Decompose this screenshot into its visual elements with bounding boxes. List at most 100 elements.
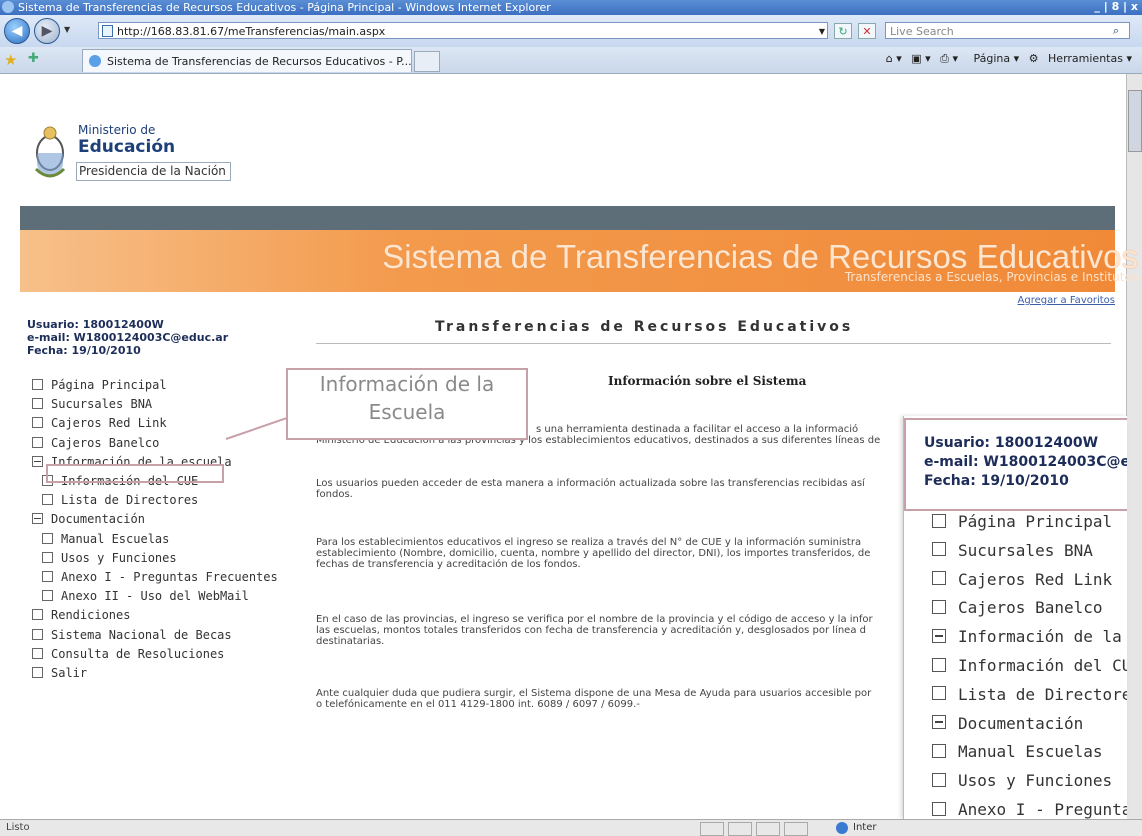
scrollbar-thumb[interactable] — [1128, 90, 1142, 152]
zoom-user-id: Usuario: 180012400W — [924, 435, 1099, 451]
sidebar-item[interactable]: Lista de Directores — [42, 492, 198, 508]
sidebar-item-label: Lista de Directores — [61, 493, 199, 508]
home-icon[interactable]: ⌂ ▾ — [886, 52, 902, 65]
expand-icon[interactable] — [42, 590, 53, 602]
new-tab-button[interactable] — [414, 51, 440, 72]
sidebar-item[interactable]: Documentación — [32, 511, 145, 527]
vertical-scrollbar[interactable] — [1126, 74, 1142, 819]
expand-icon[interactable] — [32, 417, 43, 429]
sidebar-item[interactable]: Consulta de Resoluciones — [32, 646, 224, 662]
expand-icon[interactable] — [932, 686, 946, 701]
expand-icon[interactable] — [42, 551, 53, 563]
banner-subtitle: Transferencias a Escuelas, Provincias e … — [844, 270, 1138, 284]
sidebar-item-label: Anexo I - Preguntas Frecuentes — [61, 570, 278, 584]
expand-icon[interactable] — [932, 542, 946, 557]
zoom-menu-item[interactable]: Página Principal — [932, 511, 1112, 533]
status-pane — [756, 822, 780, 836]
expand-icon[interactable] — [932, 772, 946, 787]
status-pane — [784, 822, 808, 836]
zoom-menu-item[interactable]: Sucursales BNA — [932, 540, 1093, 562]
zoom-menu-item[interactable]: Cajeros Banelco — [932, 597, 1103, 619]
sidebar-item-label: Sistema Nacional de Becas — [51, 627, 232, 642]
expand-icon[interactable] — [42, 532, 53, 544]
expand-icon[interactable] — [32, 647, 43, 659]
site-header — [20, 118, 1115, 202]
expand-icon[interactable] — [932, 571, 946, 586]
sidebar-item-label: Documentación — [51, 512, 145, 527]
sidebar-item[interactable]: Salir — [32, 665, 87, 681]
expand-icon[interactable] — [42, 494, 53, 506]
status-pane — [700, 822, 724, 836]
status-pane — [728, 822, 752, 836]
sidebar-item-label: Anexo II - Uso del WebMail — [61, 589, 249, 604]
expand-icon[interactable] — [932, 743, 946, 758]
zoom-menu-item[interactable]: Información de la escu — [932, 626, 1127, 648]
expand-icon[interactable] — [932, 801, 946, 816]
expand-icon[interactable] — [32, 379, 43, 390]
sidebar-item[interactable]: Usos y Funciones — [42, 550, 177, 566]
stop-button[interactable]: ✕ — [858, 23, 876, 39]
zoom-menu-item[interactable]: Manual Escuelas — [932, 741, 1103, 763]
refresh-button[interactable]: ↻ — [834, 23, 852, 39]
info-paragraph-line: las escuelas, montos totales transferido… — [316, 625, 866, 636]
sidebar-item[interactable]: Cajeros Red Link — [32, 415, 167, 431]
zoom-menu-item[interactable]: Documentación — [932, 713, 1083, 735]
forward-button[interactable]: ▶ — [34, 18, 60, 44]
address-dropdown-icon[interactable]: ▼ — [819, 23, 825, 40]
sidebar-item[interactable]: Página Principal — [32, 377, 167, 393]
expand-icon[interactable] — [42, 571, 53, 582]
sidebar-item[interactable]: Anexo I - Preguntas Frecuentes — [42, 569, 278, 585]
collapse-icon[interactable] — [32, 513, 43, 525]
expand-icon[interactable] — [932, 657, 946, 672]
zoom-inset: Usuario: 180012400W e-mail: W1800124003C… — [903, 416, 1127, 819]
zoom-menu-item[interactable]: Información del CUE — [932, 655, 1127, 677]
zoom-menu-item-label: Sucursales BNA — [958, 540, 1093, 560]
expand-icon[interactable] — [32, 398, 43, 410]
info-paragraph-line: destinatarias. — [316, 636, 385, 647]
info-paragraph-line: fechas de transferencia y acreditación d… — [316, 559, 581, 570]
zoom-menu-item-label: Lista de Directores — [958, 684, 1127, 704]
collapse-icon[interactable] — [932, 628, 946, 643]
educacion-label: Educación — [78, 137, 176, 157]
sidebar-item[interactable]: Sistema Nacional de Becas — [32, 627, 232, 643]
page-menu[interactable]: Página ▾ — [968, 52, 1020, 65]
sidebar-item-label: Página Principal — [51, 378, 167, 392]
expand-icon[interactable] — [32, 609, 43, 621]
expand-icon[interactable] — [32, 667, 43, 678]
window-controls[interactable]: _ | 8 | x — [1094, 0, 1138, 13]
expand-icon[interactable] — [32, 436, 43, 448]
expand-icon[interactable] — [932, 513, 946, 528]
expand-icon[interactable] — [32, 628, 43, 640]
coat-of-arms-icon — [34, 126, 66, 178]
sidebar-item[interactable]: Sucursales BNA — [32, 396, 152, 412]
add-favorites-icon[interactable]: ✚ — [28, 51, 39, 66]
back-button[interactable]: ◀ — [4, 18, 30, 44]
zoom-menu-item[interactable]: Anexo I - Preguntas — [932, 799, 1127, 819]
zoom-menu-item[interactable]: Usos y Funciones — [932, 770, 1112, 792]
zoom-menu-item[interactable]: Cajeros Red Link — [932, 569, 1112, 591]
sidebar-item-label: Sucursales BNA — [51, 397, 153, 412]
search-icon[interactable]: ⌕ — [1113, 22, 1131, 39]
tools-menu[interactable]: ⚙ Herramientas ▾ — [1029, 52, 1132, 65]
recent-pages-dropdown[interactable]: ▼ — [64, 25, 70, 34]
sidebar-item[interactable]: Anexo II - Uso del WebMail — [42, 588, 249, 604]
collapse-icon[interactable] — [32, 455, 43, 467]
sidebar-item[interactable]: Manual Escuelas — [42, 531, 169, 547]
sidebar-item[interactable]: Rendiciones — [32, 607, 130, 623]
add-to-favorites-link[interactable]: Agregar a Favoritos — [1018, 295, 1115, 306]
sidebar-item-label: Cajeros Banelco — [51, 435, 160, 450]
sidebar-item-label: Rendiciones — [51, 608, 131, 623]
tab-active[interactable]: Sistema de Transferencias de Recursos Ed… — [82, 49, 412, 72]
collapse-icon[interactable] — [932, 715, 946, 730]
expand-icon[interactable] — [932, 599, 946, 614]
zoom-menu-item[interactable]: Lista de Directores — [932, 684, 1127, 706]
feeds-icon[interactable]: ▣ ▾ — [911, 52, 930, 65]
favorites-star-icon[interactable]: ★ — [4, 51, 17, 69]
search-input[interactable]: Live Search ⌕ — [885, 22, 1130, 39]
sidebar-item[interactable]: Cajeros Banelco — [32, 435, 159, 451]
zoom-user-email: e-mail: W1800124003C@ed — [924, 454, 1127, 470]
print-icon[interactable]: ⎙ ▾ — [940, 52, 958, 65]
search-placeholder: Live Search — [890, 25, 954, 38]
tab-bar: ★ ✚ Sistema de Transferencias de Recurso… — [0, 47, 1142, 74]
address-bar[interactable]: http://168.83.81.67/meTransferencias/mai… — [98, 22, 828, 39]
